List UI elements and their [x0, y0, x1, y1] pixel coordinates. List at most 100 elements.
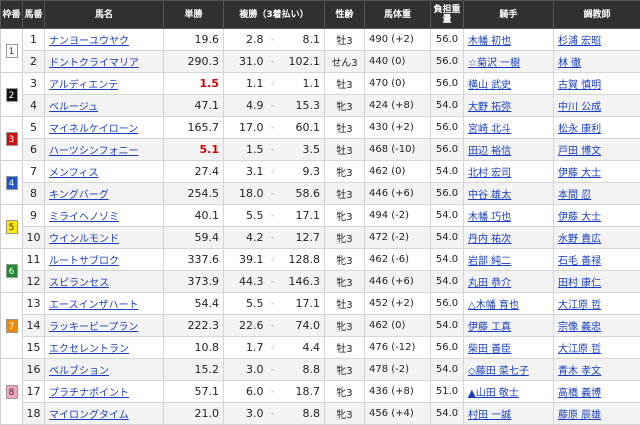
trainer-link[interactable]: 松永 康利: [558, 124, 601, 135]
place-odds-min: 44.3: [224, 271, 266, 293]
place-odds-max: 9.3: [280, 161, 325, 183]
trainer-link[interactable]: 青木 孝文: [558, 366, 601, 377]
jockey-link[interactable]: 横山 武史: [468, 80, 511, 91]
trainer-link[interactable]: 戸田 博文: [558, 146, 601, 157]
horse-weight: 468 (-10): [365, 139, 431, 161]
jockey-link[interactable]: 木幡 初也: [468, 36, 511, 47]
place-odds-separator: -: [266, 139, 280, 161]
horse-name-link[interactable]: ナンヨーユウヤク: [49, 36, 129, 47]
horse-name-link[interactable]: エクセレントラン: [49, 344, 129, 355]
jockey-cell: 宮崎 北斗: [464, 117, 554, 139]
table-row: 816ペルブション15.23.0-8.8牝3478 (-2)54.0◇藤田 菜七…: [1, 359, 640, 381]
trainer-link[interactable]: 高橋 義博: [558, 388, 601, 399]
jockey-link[interactable]: 伊藤 工真: [468, 322, 511, 333]
horse-name-link[interactable]: ルートサブロク: [49, 256, 119, 267]
trainer-cell: 戸田 博文: [554, 139, 640, 161]
horse-name-cell: スピランセス: [45, 271, 164, 293]
jockey-link[interactable]: 北村 宏司: [468, 168, 511, 179]
jockey-link[interactable]: △木幡 育也: [468, 300, 519, 311]
horse-name-cell: マイロングタイム: [45, 403, 164, 425]
header-fukusho: 複勝（3着払い）: [224, 1, 325, 29]
horse-name-link[interactable]: メンフィス: [49, 168, 99, 179]
trainer-link[interactable]: 伊藤 大士: [558, 212, 601, 223]
horse-name-link[interactable]: エースインザハート: [49, 300, 139, 311]
jockey-link[interactable]: ☆菊沢 一樹: [468, 58, 520, 69]
jockey-link[interactable]: ◇藤田 菜七子: [468, 366, 529, 377]
table-row: 713エースインザハート54.45.5-17.1牡3452 (+2)56.0△木…: [1, 293, 640, 315]
trainer-link[interactable]: 古賀 慎明: [558, 80, 601, 91]
place-odds-min: 3.1: [224, 161, 266, 183]
trainer-link[interactable]: 大江原 哲: [558, 344, 601, 355]
burden-weight: 54.0: [431, 359, 464, 381]
horse-name-link[interactable]: ハーツシンフォニー: [49, 146, 139, 157]
place-odds-max: 3.5: [280, 139, 325, 161]
trainer-link[interactable]: 田村 康仁: [558, 278, 601, 289]
horse-name-link[interactable]: ペルブション: [49, 366, 109, 377]
horse-name-link[interactable]: アルディエンテ: [49, 80, 118, 91]
burden-weight: 54.0: [431, 205, 464, 227]
place-odds-min: 5.5: [224, 293, 266, 315]
trainer-link[interactable]: 水野 貴広: [558, 234, 601, 245]
horse-name-link[interactable]: ラッキービープラン: [49, 322, 138, 333]
horse-name-link[interactable]: プラチナポイント: [49, 388, 129, 399]
waku-badge: 3: [6, 132, 18, 146]
horse-number: 1: [23, 29, 45, 51]
jockey-link[interactable]: 柴田 善臣: [468, 344, 511, 355]
place-odds-separator: -: [266, 205, 280, 227]
table-row: 611ルートサブロク337.639.1-128.8牝3462 (-6)54.0岩…: [1, 249, 640, 271]
trainer-link[interactable]: 本間 忍: [558, 190, 591, 201]
horse-number: 7: [23, 161, 45, 183]
horse-name-link[interactable]: スピランセス: [49, 278, 109, 289]
win-odds: 222.3: [164, 315, 224, 337]
place-odds-min: 6.0: [224, 381, 266, 403]
horse-name-link[interactable]: ベルージュ: [49, 102, 98, 113]
table-row: 15エクセレントラン10.81.7-4.4牡3476 (-12)56.0柴田 善…: [1, 337, 640, 359]
horse-number: 18: [23, 403, 45, 425]
table-row: 10ウインルモンド59.44.2-12.7牝3472 (-2)54.0丹内 祐次…: [1, 227, 640, 249]
sex-age: 牝3: [325, 161, 365, 183]
burden-weight: 54.0: [431, 249, 464, 271]
waku-cell: 3: [1, 117, 23, 161]
horse-name-link[interactable]: キングバーグ: [49, 190, 109, 201]
table-row: 6ハーツシンフォニー5.11.5-3.5牡3468 (-10)56.0田辺 裕信…: [1, 139, 640, 161]
jockey-link[interactable]: 大野 拓弥: [468, 102, 511, 113]
jockey-link[interactable]: 田辺 裕信: [468, 146, 511, 157]
horse-name-link[interactable]: ミライヘノゾミ: [49, 212, 119, 223]
horse-name-link[interactable]: ウインルモンド: [49, 234, 119, 245]
trainer-link[interactable]: 林 徹: [558, 58, 581, 69]
trainer-link[interactable]: 石毛 善禄: [558, 256, 601, 267]
burden-weight: 54.0: [431, 403, 464, 425]
jockey-link[interactable]: 木幡 巧也: [468, 212, 511, 223]
jockey-cell: 木幡 巧也: [464, 205, 554, 227]
horse-name-cell: ラッキービープラン: [45, 315, 164, 337]
jockey-link[interactable]: 丹内 祐次: [468, 234, 511, 245]
place-odds-separator: -: [266, 359, 280, 381]
trainer-cell: 藤原 辰雄: [554, 403, 640, 425]
jockey-link[interactable]: 村田 一誠: [468, 410, 511, 421]
place-odds-max: 58.6: [280, 183, 325, 205]
jockey-link[interactable]: 宮崎 北斗: [468, 124, 511, 135]
horse-name-link[interactable]: ドントクライマリア: [49, 58, 139, 69]
place-odds-separator: -: [266, 315, 280, 337]
horse-number: 3: [23, 73, 45, 95]
jockey-link[interactable]: 中谷 雄太: [468, 190, 511, 201]
place-odds-min: 31.0: [224, 51, 266, 73]
header-weight: 馬体重: [365, 1, 431, 29]
burden-weight: 56.0: [431, 139, 464, 161]
trainer-link[interactable]: 藤原 辰雄: [558, 410, 601, 421]
sex-age: 牡3: [325, 29, 365, 51]
jockey-link[interactable]: ▲山田 敬士: [468, 388, 519, 399]
trainer-link[interactable]: 宗像 義忠: [558, 322, 601, 333]
burden-weight: 56.0: [431, 337, 464, 359]
jockey-link[interactable]: 丸田 恭介: [468, 278, 511, 289]
trainer-link[interactable]: 大江原 哲: [558, 300, 601, 311]
win-odds: 47.1: [164, 95, 224, 117]
trainer-link[interactable]: 中川 公成: [558, 102, 601, 113]
trainer-link[interactable]: 杉浦 宏昭: [558, 36, 601, 47]
jockey-link[interactable]: 岩部 純二: [468, 256, 511, 267]
place-odds-max: 17.1: [280, 293, 325, 315]
trainer-link[interactable]: 伊藤 大士: [558, 168, 601, 179]
horse-name-link[interactable]: マイネルケイローン: [49, 124, 138, 135]
horse-name-link[interactable]: マイロングタイム: [49, 410, 129, 421]
horse-number: 5: [23, 117, 45, 139]
